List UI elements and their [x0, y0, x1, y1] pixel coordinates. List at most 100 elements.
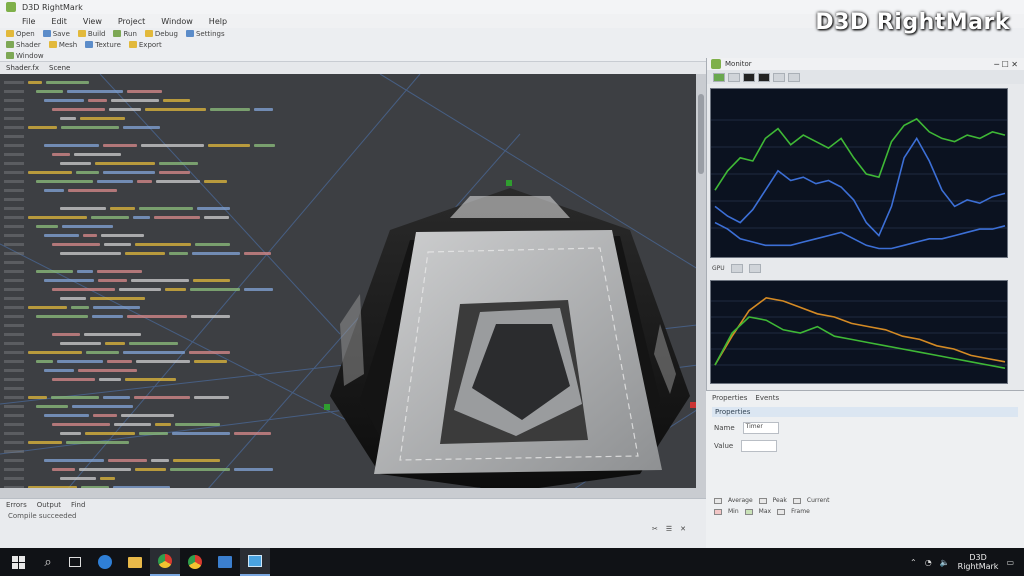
line-number [4, 351, 24, 354]
save-button[interactable]: Save [42, 30, 70, 38]
code-line [0, 294, 300, 303]
code-token [44, 234, 79, 237]
list-icon[interactable]: ☰ [666, 525, 672, 533]
code-token [77, 270, 93, 273]
start-button[interactable] [0, 548, 36, 576]
code-token [57, 360, 103, 363]
close-icon[interactable]: ✕ [680, 525, 686, 533]
code-token [86, 351, 119, 354]
editor-vertical-scrollbar[interactable] [696, 74, 706, 498]
window-button[interactable]: Window [6, 52, 44, 60]
line-number [4, 135, 24, 138]
texture-button[interactable]: Texture [85, 41, 121, 49]
tab-find[interactable]: Find [71, 501, 85, 509]
app-icon[interactable] [240, 548, 270, 576]
notification-icon[interactable]: ▭ [1006, 558, 1014, 567]
edge-icon[interactable] [90, 548, 120, 576]
code-token [154, 216, 200, 219]
shader-icon [6, 41, 14, 48]
export-graph-button[interactable] [788, 72, 800, 82]
search-icon[interactable]: ⌕ [36, 555, 60, 570]
editor-horizontal-scrollbar[interactable] [0, 488, 696, 498]
start-button[interactable] [713, 72, 725, 82]
code-line [0, 258, 300, 267]
task-view-icon[interactable] [60, 548, 90, 576]
tab-output[interactable]: Output [37, 501, 61, 509]
tab-shader[interactable]: Shader.fx [6, 64, 39, 72]
line-number [4, 288, 24, 291]
tab-scene[interactable]: Scene [49, 64, 70, 72]
graph1-option[interactable] [748, 263, 761, 273]
vertex-handle[interactable] [324, 404, 330, 410]
open-button[interactable]: Open [6, 30, 35, 38]
settings-button[interactable]: Settings [185, 30, 225, 38]
code-token [28, 126, 57, 129]
run-button[interactable]: Run [113, 29, 137, 38]
code-token [67, 90, 123, 93]
chevron-up-icon[interactable]: ⌃ [910, 558, 917, 567]
window-controls[interactable]: ─ ☐ ✕ [994, 60, 1018, 69]
cpu-graph[interactable] [710, 280, 1008, 384]
network-icon[interactable]: ◔ [925, 558, 932, 567]
export-button[interactable]: Export [128, 40, 162, 49]
mesh-button[interactable]: Mesh [48, 41, 77, 49]
pause-button[interactable] [728, 72, 740, 82]
properties-header: Properties [712, 407, 1018, 417]
record-button[interactable] [758, 72, 770, 82]
code-token [60, 297, 86, 300]
code-line [0, 348, 300, 357]
code-token [76, 171, 99, 174]
folder-icon[interactable] [120, 548, 150, 576]
code-token [36, 360, 53, 363]
tab-properties[interactable]: Properties [712, 394, 747, 402]
prop-name-field[interactable]: Timer [742, 422, 779, 434]
store-icon[interactable] [210, 548, 240, 576]
code-token [44, 369, 74, 372]
export-label: Export [138, 40, 162, 49]
monitor-toolbar [707, 70, 1024, 84]
debug-button[interactable]: Debug [144, 30, 178, 38]
code-token [60, 162, 91, 165]
build-button[interactable]: Build [77, 30, 105, 38]
line-number [4, 90, 24, 93]
scroll-thumb[interactable] [698, 94, 704, 174]
code-token [28, 306, 67, 309]
menu-edit[interactable]: Edit [51, 17, 67, 26]
chrome-icon[interactable] [150, 548, 180, 576]
prop-value-field[interactable] [741, 440, 778, 452]
menu-project[interactable]: Project [118, 17, 145, 26]
vertex-handle[interactable] [506, 180, 512, 186]
code-token [52, 108, 105, 111]
tab-errors[interactable]: Errors [6, 501, 27, 509]
gpu-graph[interactable] [710, 88, 1008, 258]
line-number [4, 243, 24, 246]
code-line [0, 411, 300, 420]
menu-view[interactable]: View [83, 17, 102, 26]
code-token [159, 162, 198, 165]
code-token [244, 288, 273, 291]
menu-help[interactable]: Help [209, 17, 227, 26]
tab-events[interactable]: Events [755, 394, 779, 402]
shader-button[interactable]: Shader [6, 41, 41, 49]
code-token [163, 99, 190, 102]
code-editor-viewport[interactable] [0, 74, 706, 498]
chrome-icon[interactable] [180, 548, 210, 576]
code-token [83, 234, 97, 237]
zoom-button[interactable] [773, 72, 785, 82]
pin-icon[interactable]: ✂ [652, 525, 658, 533]
code-token [78, 369, 137, 372]
code-token [51, 396, 99, 399]
3d-dodecahedron-model[interactable] [320, 174, 700, 498]
clock[interactable]: D3D RightMark [958, 553, 999, 571]
line-number [4, 396, 24, 399]
code-token [52, 423, 110, 426]
volume-icon[interactable]: 🔈 [940, 558, 950, 567]
code-token [197, 207, 230, 210]
menu-file[interactable]: File [22, 17, 35, 26]
run-label: Run [123, 29, 137, 38]
menu-window[interactable]: Window [161, 17, 193, 26]
line-number [4, 216, 24, 219]
line-number [4, 369, 24, 372]
stop-button[interactable] [743, 72, 755, 82]
graph1-option[interactable] [730, 263, 743, 273]
